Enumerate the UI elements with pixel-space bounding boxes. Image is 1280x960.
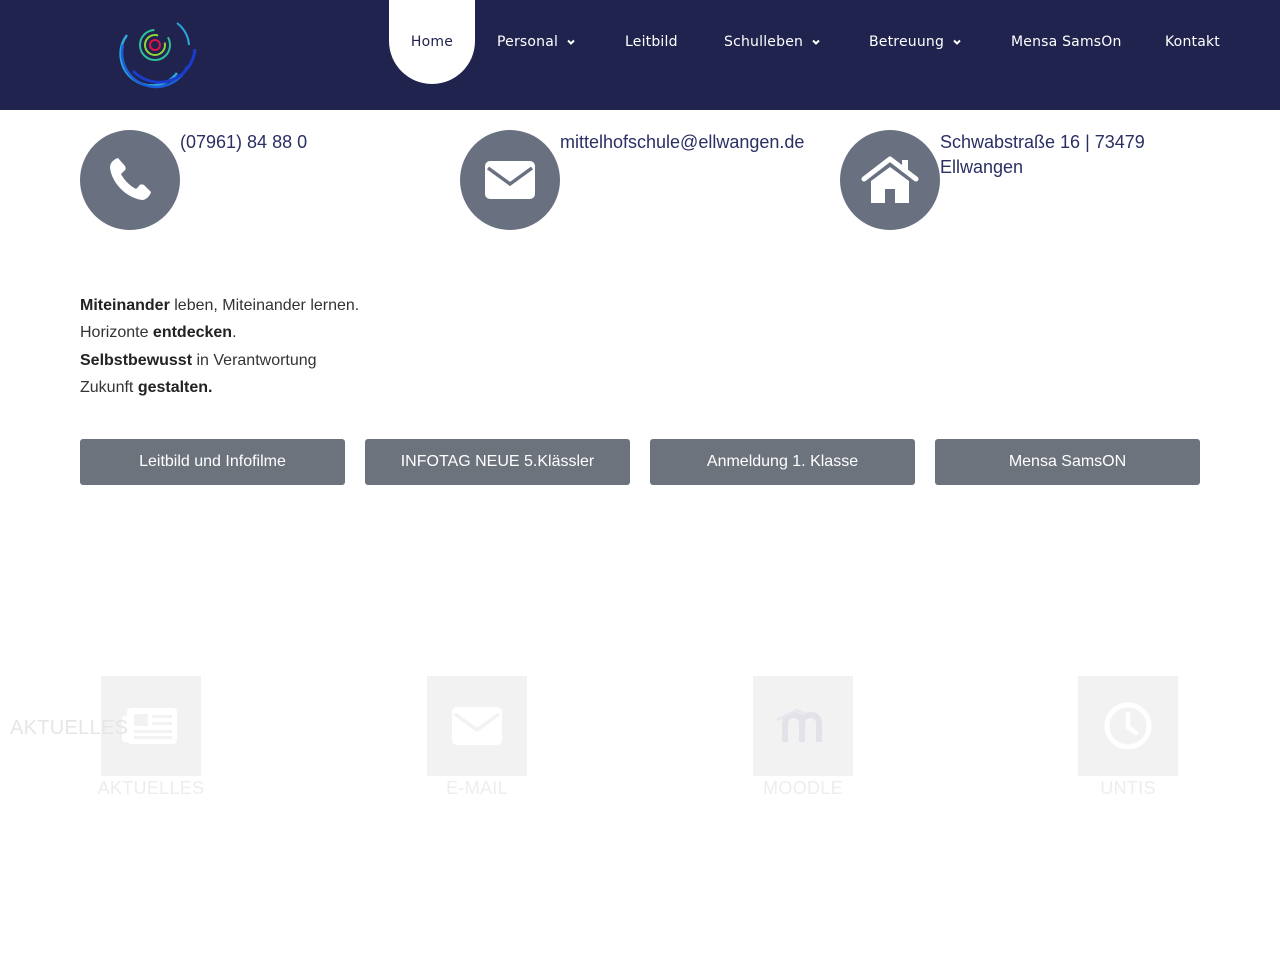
phone-icon-circle bbox=[80, 130, 180, 230]
main-navigation: Home Personal Leitbild Schulleben Betreu… bbox=[0, 0, 1280, 110]
contact-address: Schwabstraße 16 | 73479 Ellwangen bbox=[840, 130, 1200, 230]
nav-betreuung[interactable]: Betreuung bbox=[869, 0, 969, 84]
quicklink-untis-label: UNTIS bbox=[1100, 778, 1156, 798]
address-text[interactable]: Schwabstraße 16 | 73479 Ellwangen bbox=[940, 130, 1145, 180]
home-icon bbox=[861, 156, 919, 203]
nav-schulleben[interactable]: Schulleben bbox=[724, 0, 828, 84]
nav-schulleben-label: Schulleben bbox=[724, 34, 804, 50]
newspaper-icon bbox=[122, 708, 177, 744]
infotag-button[interactable]: INFOTAG NEUE 5.Klässler bbox=[365, 439, 630, 485]
motto-line-1: Miteinander leben, Miteinander lernen. bbox=[80, 292, 359, 319]
motto-text: Zukunft bbox=[80, 378, 138, 396]
motto-bold: entdecken bbox=[152, 324, 233, 342]
chevron-down-icon bbox=[812, 39, 820, 45]
chevron-down-icon bbox=[953, 39, 961, 45]
aktuelles-slide-label: AKTUELLES bbox=[10, 717, 129, 739]
nav-home[interactable]: Home bbox=[389, 0, 475, 84]
phone-number[interactable]: (07961) 84 88 0 bbox=[180, 130, 307, 155]
leitbild-infofilme-button[interactable]: Leitbild und Infofilme bbox=[80, 439, 345, 485]
envelope-icon bbox=[452, 707, 502, 745]
motto-line-2: Horizonte entdecken. bbox=[80, 319, 359, 346]
motto-bold: Miteinander bbox=[80, 297, 170, 314]
motto-text: leben, Miteinander lernen. bbox=[169, 297, 360, 314]
motto-text: . bbox=[232, 324, 237, 342]
contact-phone: (07961) 84 88 0 bbox=[80, 130, 440, 230]
motto-text: in Verantwortung bbox=[192, 351, 317, 369]
address-line-1: Schwabstraße 16 | 73479 bbox=[940, 132, 1145, 152]
school-motto: Miteinander leben, Miteinander lernen. H… bbox=[80, 292, 359, 401]
nav-kontakt[interactable]: Kontakt bbox=[1165, 0, 1227, 84]
motto-bold: gestalten. bbox=[137, 378, 213, 396]
nav-leitbild[interactable]: Leitbild bbox=[625, 0, 685, 84]
contact-email: mittelhofschule@ellwangen.de bbox=[460, 130, 820, 230]
quicklink-email[interactable] bbox=[427, 676, 527, 776]
address-line-2: Ellwangen bbox=[940, 157, 1024, 177]
nav-kontakt-label: Kontakt bbox=[1165, 34, 1220, 50]
clock-icon bbox=[1104, 702, 1152, 750]
quicklink-moodle[interactable] bbox=[753, 676, 853, 776]
motto-bold: Selbstbewusst bbox=[80, 351, 193, 369]
motto-line-3: Selbstbewusst in Verantwortung bbox=[80, 347, 359, 374]
moodle-icon bbox=[776, 708, 822, 742]
motto-text: Horizonte bbox=[80, 324, 153, 342]
nav-leitbild-label: Leitbild bbox=[625, 34, 678, 50]
nav-mensa-label: Mensa SamsOn bbox=[1011, 34, 1122, 50]
nav-mensa[interactable]: Mensa SamsOn bbox=[1011, 0, 1126, 84]
nav-personal[interactable]: Personal bbox=[497, 0, 581, 84]
quicklink-moodle-label: MOODLE bbox=[763, 778, 843, 798]
email-address[interactable]: mittelhofschule@ellwangen.de bbox=[560, 130, 804, 155]
chevron-down-icon bbox=[567, 39, 575, 45]
nav-home-label: Home bbox=[410, 34, 454, 50]
envelope-icon bbox=[485, 161, 535, 199]
email-icon-circle bbox=[460, 130, 560, 230]
motto-line-4: Zukunft gestalten. bbox=[80, 374, 359, 401]
quicklink-aktuelles-label: AKTUELLES bbox=[97, 778, 205, 798]
site-header: Home Personal Leitbild Schulleben Betreu… bbox=[0, 0, 1280, 110]
anmeldung-button[interactable]: Anmeldung 1. Klasse bbox=[650, 439, 915, 485]
quicklink-email-label: E-MAIL bbox=[446, 778, 508, 798]
nav-personal-label: Personal bbox=[497, 34, 559, 50]
mensa-samson-button[interactable]: Mensa SamsON bbox=[935, 439, 1200, 485]
quicklink-untis[interactable] bbox=[1078, 676, 1178, 776]
nav-betreuung-label: Betreuung bbox=[869, 34, 945, 50]
address-icon-circle bbox=[840, 130, 940, 230]
phone-icon bbox=[110, 158, 151, 200]
